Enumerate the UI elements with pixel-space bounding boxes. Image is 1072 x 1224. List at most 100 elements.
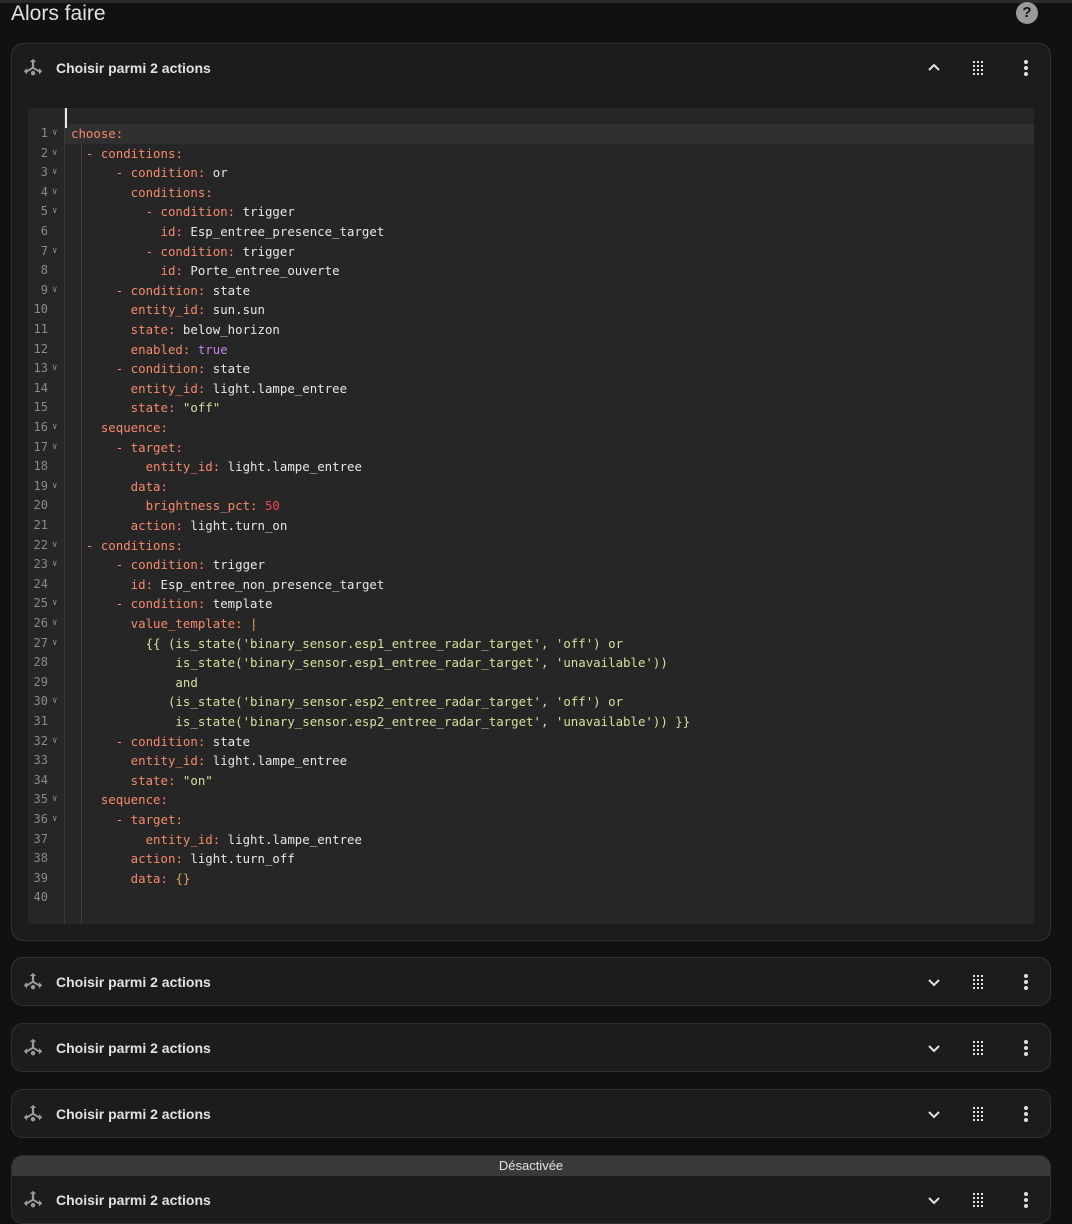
code-token: :	[175, 145, 183, 161]
code-token: {{ (is_state('binary_sensor.esp1_entree_…	[71, 635, 624, 651]
chevron-down-icon[interactable]	[922, 1036, 946, 1060]
fold-chevron-icon[interactable]: ∨	[52, 790, 57, 810]
code-token: :	[167, 322, 183, 337]
code-token: is_state('binary_sensor.esp2_entree_rada…	[71, 714, 691, 729]
dots-vertical-icon[interactable]	[1014, 1036, 1038, 1060]
fold-chevron-icon[interactable]: ∨	[52, 242, 57, 262]
fold-chevron-icon[interactable]: ∨	[52, 692, 57, 712]
code-line: entity_id: light.lampe_entree	[71, 379, 347, 399]
code-line: - condition: or	[71, 163, 228, 183]
fold-chevron-icon[interactable]: ∨	[52, 144, 57, 164]
line-number: 16	[33, 420, 48, 434]
fold-chevron-icon[interactable]: ∨	[52, 477, 57, 497]
card-title: Choisir parmi 2 actions	[56, 1106, 211, 1122]
code-line: data:	[71, 477, 168, 497]
fold-chevron-icon[interactable]: ∨	[52, 634, 57, 654]
card-header[interactable]: Choisir parmi 2 actions	[12, 958, 1050, 1005]
line-number: 20	[33, 498, 48, 513]
drag-handle-icon[interactable]	[966, 1102, 990, 1126]
yaml-code-editor[interactable]: 1 ∨ 2 ∨ 3 ∨ 4 ∨ 5 ∨ 6 7 ∨ 8 9 ∨ 10 11 12 13 ∨ 14 15 16 ∨ 17 ∨ 18 19 ∨…	[28, 108, 1034, 924]
disabled-badge: Désactivée	[12, 1156, 1050, 1176]
code-line: id: Porte_entree_ouverte	[71, 261, 340, 281]
code-token: 50	[264, 498, 280, 514]
code-token: - target	[71, 439, 176, 455]
code-token: - condition	[71, 243, 228, 259]
fold-chevron-icon[interactable]: ∨	[52, 614, 57, 634]
code-line: and	[71, 673, 198, 693]
line-number: 21	[33, 518, 48, 532]
code-token: sequence	[71, 792, 161, 808]
code-token: - conditions	[71, 537, 176, 553]
code-token: - condition	[71, 596, 198, 612]
code-token: :	[115, 126, 124, 141]
card-header[interactable]: Choisir parmi 2 actions	[12, 1090, 1050, 1137]
line-number: 24	[33, 576, 48, 591]
code-token: light.turn_on	[190, 518, 288, 533]
fold-chevron-icon[interactable]: ∨	[52, 124, 57, 144]
line-number: 12	[33, 341, 48, 356]
drag-handle-icon[interactable]	[966, 1036, 990, 1060]
code-token: and	[71, 674, 198, 690]
action-card-collapsed: Désactivée Choisir parmi 2 actions	[11, 1155, 1051, 1224]
code-token: - condition	[71, 165, 198, 181]
code-token: :	[175, 224, 191, 239]
code-token: :	[197, 557, 213, 573]
fold-chevron-icon[interactable]: ∨	[52, 732, 57, 752]
fold-chevron-icon[interactable]: ∨	[52, 594, 57, 614]
fold-chevron-icon[interactable]: ∨	[52, 359, 57, 379]
code-token: :	[160, 478, 168, 494]
code-line: is_state('binary_sensor.esp2_entree_rada…	[71, 712, 690, 732]
fold-chevron-icon[interactable]: ∨	[52, 418, 57, 438]
chevron-down-icon[interactable]	[922, 970, 946, 994]
fold-chevron-icon[interactable]: ∨	[52, 183, 57, 203]
line-number: 27	[33, 635, 48, 650]
fold-chevron-icon[interactable]: ∨	[52, 281, 57, 301]
line-number: 22	[33, 537, 48, 552]
code-line: - condition: template	[71, 594, 273, 614]
code-token: :	[235, 616, 251, 631]
code-token: - condition	[71, 282, 198, 298]
code-token: id	[71, 263, 176, 279]
fold-chevron-icon[interactable]: ∨	[52, 810, 57, 830]
fold-chevron-icon[interactable]: ∨	[52, 202, 57, 222]
code-content[interactable]: choose: - conditions: - condition: or co…	[65, 108, 1034, 924]
code-line: choose:	[71, 124, 123, 144]
card-header[interactable]: Choisir parmi 2 actions	[12, 1176, 1050, 1223]
line-number: 7	[40, 243, 48, 258]
fold-chevron-icon[interactable]: ∨	[52, 536, 57, 556]
chevron-up-icon[interactable]	[922, 56, 946, 80]
chevron-down-icon[interactable]	[922, 1102, 946, 1126]
fold-chevron-icon[interactable]: ∨	[52, 555, 57, 575]
line-number: 18	[33, 459, 48, 474]
line-number: 40	[33, 890, 48, 905]
code-token: :	[212, 831, 228, 847]
code-line: id: Esp_entree_non_presence_target	[71, 575, 385, 595]
code-token: :	[175, 812, 183, 827]
code-line: is_state('binary_sensor.esp1_entree_rada…	[71, 653, 667, 673]
drag-handle-icon[interactable]	[966, 56, 990, 80]
code-token: data	[71, 478, 161, 494]
drag-handle-icon[interactable]	[966, 1188, 990, 1212]
dots-vertical-icon[interactable]	[1014, 970, 1038, 994]
fold-chevron-icon[interactable]: ∨	[52, 438, 57, 458]
choose-arrows-icon	[22, 1037, 44, 1059]
drag-handle-icon[interactable]	[966, 970, 990, 994]
dots-vertical-icon[interactable]	[1014, 1102, 1038, 1126]
code-token: light.lampe_entree	[212, 753, 348, 769]
dots-vertical-icon[interactable]	[1014, 56, 1038, 80]
line-number: 38	[33, 851, 48, 866]
code-token: entity_id	[71, 302, 198, 318]
help-icon[interactable]: ?	[1016, 2, 1038, 24]
choose-arrows-icon	[22, 971, 44, 993]
chevron-down-icon[interactable]	[922, 1188, 946, 1212]
line-number: 28	[33, 655, 48, 670]
card-header[interactable]: Choisir parmi 2 actions	[12, 44, 1050, 92]
section-title: Alors faire	[11, 2, 106, 25]
fold-chevron-icon[interactable]: ∨	[52, 163, 57, 183]
card-header[interactable]: Choisir parmi 2 actions	[12, 1024, 1050, 1071]
code-token: :	[197, 165, 213, 181]
line-number: 19	[33, 478, 48, 493]
dots-vertical-icon[interactable]	[1014, 1188, 1038, 1212]
code-line: action: light.turn_on	[71, 516, 288, 536]
code-token: :	[197, 753, 213, 769]
